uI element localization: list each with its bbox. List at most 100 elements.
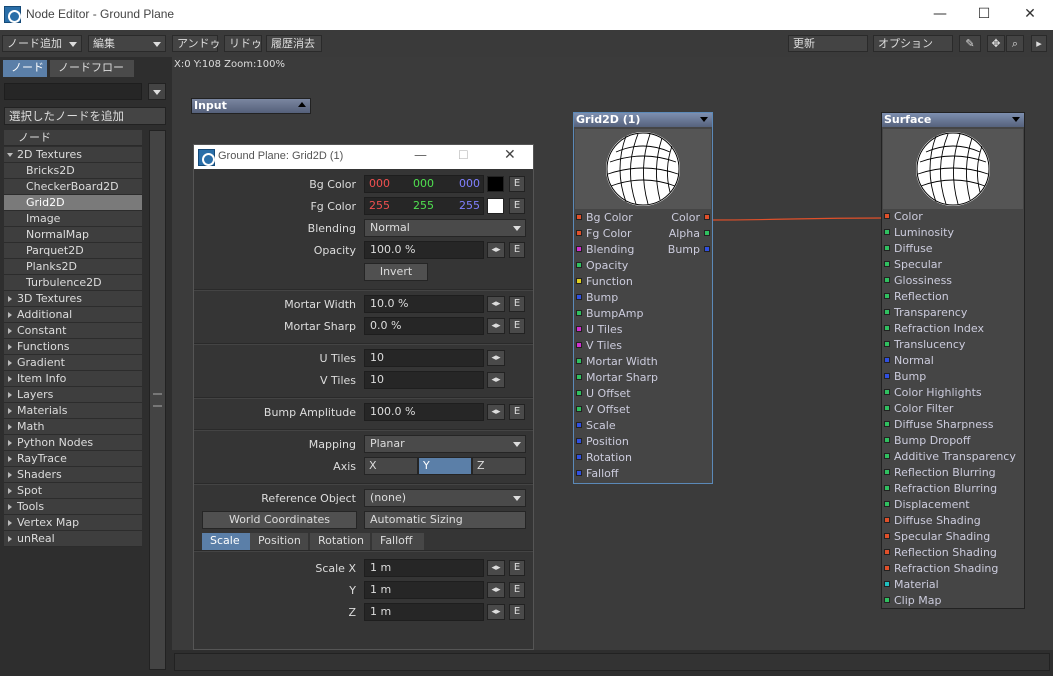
minimize-button[interactable]: — bbox=[926, 4, 954, 24]
input-port[interactable]: V Offset bbox=[576, 402, 630, 418]
node-list-item[interactable]: Gradient bbox=[4, 355, 142, 371]
port-connector-icon[interactable] bbox=[884, 533, 890, 539]
zoom-icon[interactable]: ⌕ bbox=[1006, 35, 1024, 52]
port-connector-icon[interactable] bbox=[576, 230, 582, 236]
maximize-button[interactable]: ☐ bbox=[970, 4, 998, 24]
collapse-icon[interactable] bbox=[1012, 117, 1020, 122]
axis-y-button[interactable]: Y bbox=[418, 457, 472, 475]
port-connector-icon[interactable] bbox=[884, 453, 890, 459]
input-port[interactable]: Color Filter bbox=[884, 401, 953, 417]
node-list-item[interactable]: Parquet2D bbox=[4, 243, 142, 259]
input-port[interactable]: Translucency bbox=[884, 337, 965, 353]
port-connector-icon[interactable] bbox=[704, 214, 710, 220]
input-port[interactable]: Reflection Shading bbox=[884, 545, 997, 561]
node-list-item[interactable]: RayTrace bbox=[4, 451, 142, 467]
port-connector-icon[interactable] bbox=[884, 421, 890, 427]
grid2d-node[interactable]: Grid2D (1) Bg Color Fg Color Blending Opaci… bbox=[573, 112, 713, 484]
input-port[interactable]: Bump bbox=[884, 369, 926, 385]
scale-x-input[interactable]: 1 m bbox=[364, 559, 484, 577]
port-connector-icon[interactable] bbox=[576, 422, 582, 428]
port-connector-icon[interactable] bbox=[576, 358, 582, 364]
bg-color-field[interactable]: 000 000 000 bbox=[364, 175, 484, 193]
node-list-item[interactable]: Math bbox=[4, 419, 142, 435]
mortar-sharp-spinner[interactable]: ◂▸ bbox=[487, 318, 505, 334]
input-port[interactable]: Specular Shading bbox=[884, 529, 990, 545]
edit-dropdown[interactable]: 編集 bbox=[88, 35, 166, 52]
port-connector-icon[interactable] bbox=[884, 437, 890, 443]
input-port[interactable]: Mortar Width bbox=[576, 354, 658, 370]
world-coordinates-button[interactable]: World Coordinates bbox=[202, 511, 357, 529]
list-scrollbar[interactable] bbox=[149, 130, 166, 670]
v-tiles-input[interactable]: 10 bbox=[364, 371, 484, 389]
input-port[interactable]: Diffuse Sharpness bbox=[884, 417, 993, 433]
pencil-icon[interactable]: ✎ bbox=[959, 35, 981, 52]
input-port[interactable]: Refraction Shading bbox=[884, 561, 998, 577]
port-connector-icon[interactable] bbox=[884, 517, 890, 523]
bump-amplitude-e-button[interactable]: E bbox=[509, 404, 525, 420]
bg-color-swatch[interactable] bbox=[487, 176, 504, 192]
port-connector-icon[interactable] bbox=[576, 390, 582, 396]
port-connector-icon[interactable] bbox=[576, 454, 582, 460]
port-connector-icon[interactable] bbox=[884, 501, 890, 507]
blending-dropdown[interactable]: Normal bbox=[364, 219, 526, 237]
scale-x-e-button[interactable]: E bbox=[509, 560, 525, 576]
play-icon[interactable]: ▸ bbox=[1031, 35, 1047, 52]
input-port[interactable]: Diffuse Shading bbox=[884, 513, 981, 529]
input-port[interactable]: Blending bbox=[576, 242, 634, 258]
scale-x-spinner[interactable]: ◂▸ bbox=[487, 560, 505, 576]
bg-r[interactable]: 000 bbox=[369, 176, 390, 192]
input-port[interactable]: Displacement bbox=[884, 497, 970, 513]
input-port[interactable]: Specular bbox=[884, 257, 942, 273]
scale-z-input[interactable]: 1 m bbox=[364, 603, 484, 621]
port-connector-icon[interactable] bbox=[576, 470, 582, 476]
tab-rotation[interactable]: Rotation bbox=[310, 533, 370, 550]
fg-color-field[interactable]: 255 255 255 bbox=[364, 197, 484, 215]
port-connector-icon[interactable] bbox=[576, 262, 582, 268]
port-connector-icon[interactable] bbox=[884, 469, 890, 475]
scale-z-e-button[interactable]: E bbox=[509, 604, 525, 620]
input-port[interactable]: Bump bbox=[576, 290, 618, 306]
output-port[interactable]: Bump bbox=[668, 242, 710, 258]
tab-scale[interactable]: Scale bbox=[202, 533, 250, 550]
invert-button[interactable]: Invert bbox=[364, 263, 428, 281]
options-button[interactable]: オプション bbox=[873, 35, 953, 52]
node-list-item[interactable]: Python Nodes bbox=[4, 435, 142, 451]
mapping-dropdown[interactable]: Planar bbox=[364, 435, 526, 453]
fg-b[interactable]: 255 bbox=[459, 198, 480, 214]
port-connector-icon[interactable] bbox=[884, 325, 890, 331]
node-list-item[interactable]: CheckerBoard2D bbox=[4, 179, 142, 195]
bump-amplitude-input[interactable]: 100.0 % bbox=[364, 403, 484, 421]
node-list-item[interactable]: Image bbox=[4, 211, 142, 227]
filter-dropdown[interactable] bbox=[148, 83, 166, 100]
scale-y-input[interactable]: 1 m bbox=[364, 581, 484, 599]
port-connector-icon[interactable] bbox=[884, 485, 890, 491]
port-connector-icon[interactable] bbox=[884, 597, 890, 603]
update-button[interactable]: 更新 bbox=[788, 35, 868, 52]
input-port[interactable]: Color Highlights bbox=[884, 385, 982, 401]
node-list-item[interactable]: Vertex Map bbox=[4, 515, 142, 531]
output-port[interactable]: Alpha bbox=[669, 226, 710, 242]
port-connector-icon[interactable] bbox=[884, 581, 890, 587]
input-port[interactable]: Reflection bbox=[884, 289, 949, 305]
node-list-item[interactable]: Tools bbox=[4, 499, 142, 515]
tab-nodes[interactable]: ノード bbox=[3, 60, 47, 77]
node-list-item[interactable]: Shaders bbox=[4, 467, 142, 483]
input-port[interactable]: Opacity bbox=[576, 258, 628, 274]
opacity-input[interactable]: 100.0 % bbox=[364, 241, 484, 259]
dialog-close-button[interactable]: ✕ bbox=[504, 147, 516, 163]
opacity-spinner[interactable]: ◂▸ bbox=[487, 242, 505, 258]
input-port[interactable]: Falloff bbox=[576, 466, 618, 482]
input-port[interactable]: Clip Map bbox=[884, 593, 942, 609]
input-port[interactable]: Transparency bbox=[884, 305, 967, 321]
mortar-sharp-e-button[interactable]: E bbox=[509, 318, 525, 334]
tab-nodeflow[interactable]: ノードフロー bbox=[50, 60, 134, 77]
port-connector-icon[interactable] bbox=[576, 294, 582, 300]
port-connector-icon[interactable] bbox=[576, 246, 582, 252]
port-connector-icon[interactable] bbox=[884, 309, 890, 315]
node-list-item[interactable]: unReal bbox=[4, 531, 142, 547]
port-connector-icon[interactable] bbox=[884, 549, 890, 555]
node-list-item[interactable]: Item Info bbox=[4, 371, 142, 387]
input-port[interactable]: Color bbox=[884, 209, 923, 225]
port-connector-icon[interactable] bbox=[884, 389, 890, 395]
input-port[interactable]: Diffuse bbox=[884, 241, 933, 257]
